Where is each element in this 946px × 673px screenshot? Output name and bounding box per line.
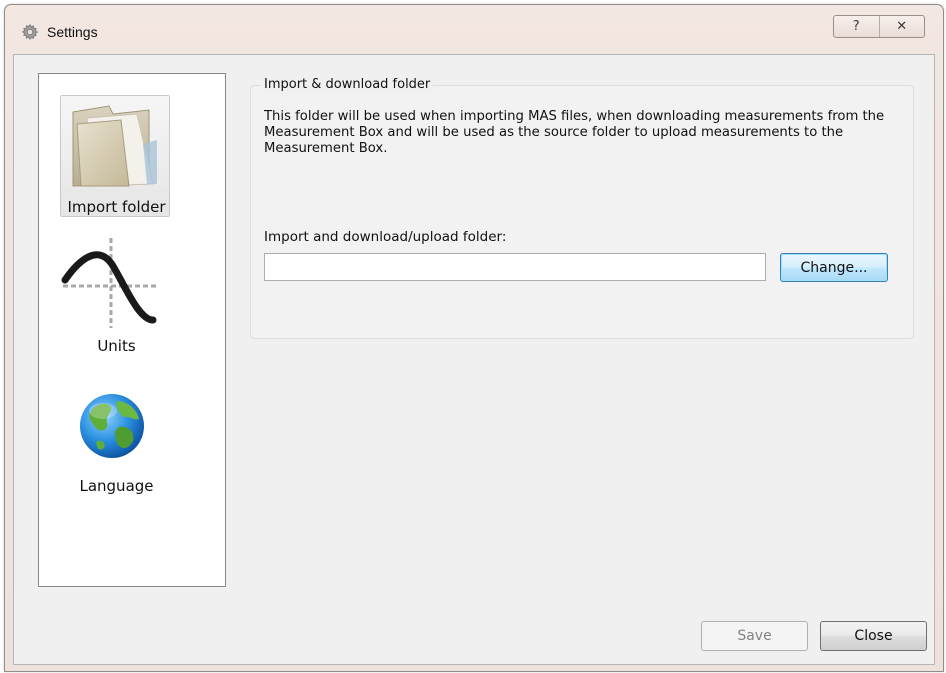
window-title: Settings <box>47 24 98 40</box>
groupbox-title: Import & download folder <box>261 77 434 92</box>
sidebar-item-units[interactable]: Units <box>39 232 225 362</box>
folder-icon <box>69 104 159 192</box>
sidebar-item-label: Language <box>79 477 154 495</box>
change-folder-button[interactable]: Change... <box>780 253 888 282</box>
caption-buttons: ? ✕ <box>833 15 925 38</box>
help-button[interactable]: ? <box>834 16 879 37</box>
import-folder-description: This folder will be used when importing … <box>264 109 885 156</box>
sidebar-item-label: Import folder <box>67 198 166 216</box>
close-window-button[interactable]: ✕ <box>878 16 925 37</box>
sidebar-item-label: Units <box>97 337 136 355</box>
graph-curve-icon <box>61 236 161 332</box>
folder-path-input[interactable] <box>264 253 766 281</box>
settings-window: Settings ? ✕ Import folder Units Languag… <box>4 4 944 672</box>
folder-field-label: Import and download/upload folder: <box>264 229 507 245</box>
title-bar[interactable]: Settings ? ✕ <box>5 5 943 53</box>
sidebar-item-import-folder[interactable]: Import folder <box>39 95 225 221</box>
globe-icon <box>77 391 147 465</box>
dialog-client-area: Import folder Units Language Import & do… <box>13 54 935 665</box>
settings-sidebar: Import folder Units Language <box>38 73 226 587</box>
save-button[interactable]: Save <box>701 621 808 651</box>
import-folder-groupbox: Import & download folder This folder wil… <box>250 77 914 339</box>
close-icon: ✕ <box>896 19 908 34</box>
close-button[interactable]: Close <box>820 621 927 651</box>
sidebar-item-language[interactable]: Language <box>39 384 225 506</box>
settings-gear-icon <box>21 23 39 41</box>
